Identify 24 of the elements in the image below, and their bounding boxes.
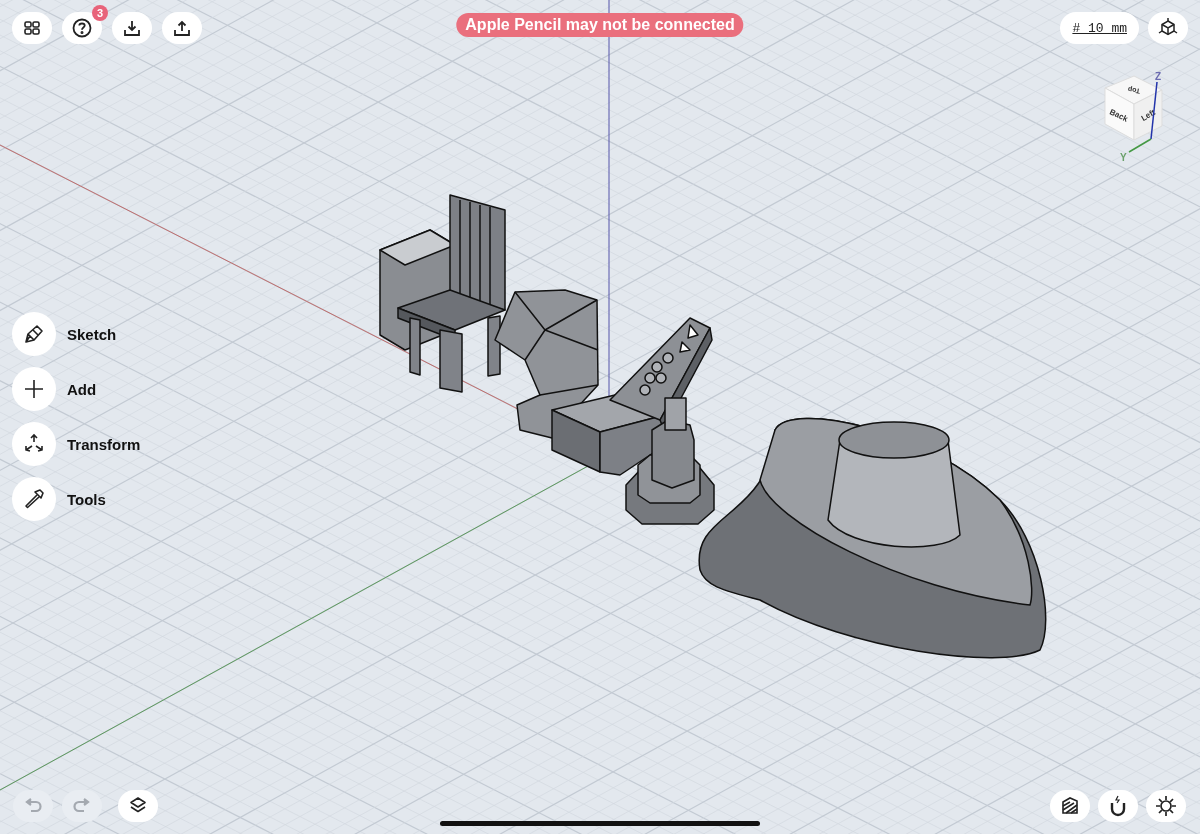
tool-label: Add xyxy=(67,380,97,398)
help-icon xyxy=(72,18,92,38)
cube-face-label: Back xyxy=(1108,107,1130,124)
tool-label: Transform xyxy=(67,435,141,453)
axis-label: Y xyxy=(1120,152,1127,163)
pencil-icon xyxy=(23,323,45,345)
hammer-icon xyxy=(23,488,45,510)
magnet-icon xyxy=(1108,795,1128,817)
redo-icon xyxy=(72,798,92,814)
cube-face-label: Left xyxy=(1139,107,1157,123)
settings-icon xyxy=(1155,795,1177,817)
plus-icon xyxy=(23,378,45,400)
y-axis-line xyxy=(1128,138,1152,153)
upload-icon xyxy=(173,19,191,37)
tool-label: Tools xyxy=(67,490,106,508)
warning-banner: Apple Pencil may not be connected xyxy=(456,13,744,37)
grid-menu-icon xyxy=(24,20,40,36)
hatched-box-icon xyxy=(1060,796,1080,816)
axis-label: Z xyxy=(1155,71,1162,82)
tool-label: Sketch xyxy=(67,325,117,343)
download-icon xyxy=(123,19,141,37)
undo-icon xyxy=(23,798,43,814)
grid-size-button[interactable]: # 10 mm xyxy=(1060,12,1139,44)
transform-arrows-icon xyxy=(23,433,45,455)
